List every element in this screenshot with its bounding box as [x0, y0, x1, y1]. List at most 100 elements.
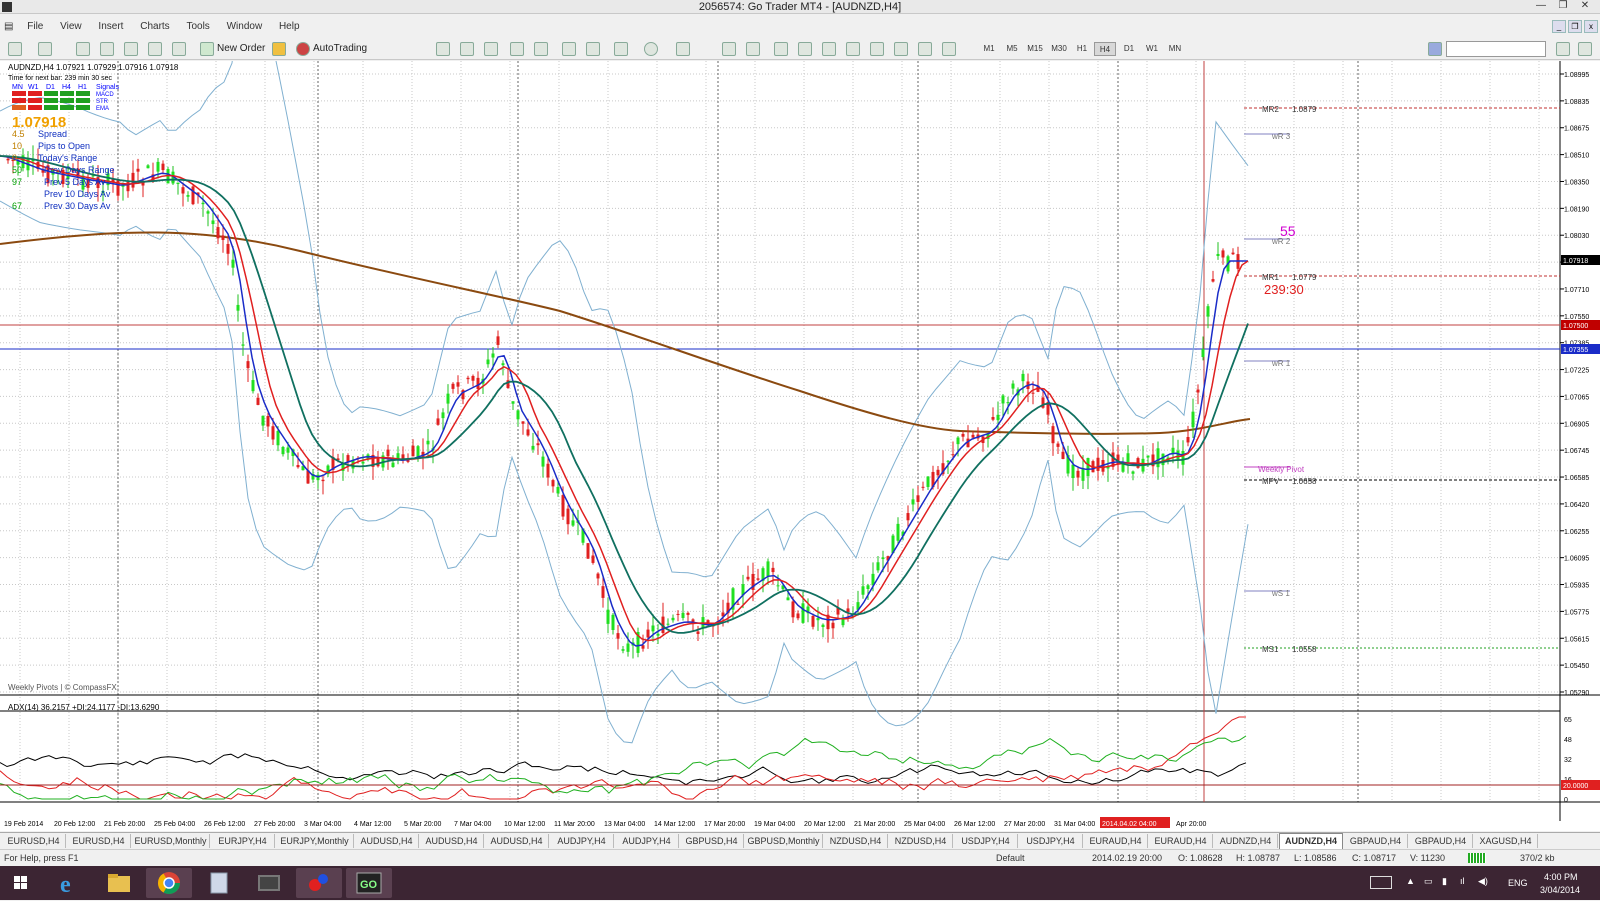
- chart-tab[interactable]: NZDUSD,H4: [889, 834, 953, 848]
- arrows-icon[interactable]: [942, 42, 956, 56]
- autotrading-icon[interactable]: [296, 42, 310, 56]
- text-tool-icon[interactable]: [894, 42, 908, 56]
- chart-tab[interactable]: AUDNZD,H4: [1279, 833, 1343, 849]
- chart-tab[interactable]: AUDNZD,H4: [1214, 834, 1278, 848]
- mdi-minimize-icon[interactable]: _: [1552, 20, 1566, 33]
- tray-network-icon[interactable]: ▭: [1424, 876, 1433, 887]
- film-app-icon[interactable]: [246, 868, 292, 898]
- chart-tab[interactable]: GBPAUD,H4: [1344, 834, 1408, 848]
- settings-gear-icon[interactable]: [1428, 42, 1442, 56]
- data-window-icon[interactable]: [100, 42, 114, 56]
- new-chart-icon[interactable]: [8, 42, 22, 56]
- go-trader-app-icon[interactable]: GO: [346, 868, 392, 898]
- search-icon[interactable]: [1556, 42, 1570, 56]
- file-explorer-icon[interactable]: [96, 868, 142, 898]
- media-app-icon[interactable]: [296, 868, 342, 898]
- zoom-out-icon[interactable]: [534, 42, 548, 56]
- timeframe-m1[interactable]: M1: [978, 42, 1000, 56]
- menu-view[interactable]: View: [53, 18, 89, 36]
- chart-tab[interactable]: GBPAUD,H4: [1409, 834, 1473, 848]
- new-order-button[interactable]: New Order: [217, 41, 265, 57]
- horizontal-line-icon[interactable]: [798, 42, 812, 56]
- internet-explorer-icon[interactable]: e: [46, 868, 92, 898]
- price-chart[interactable]: MR2 1.0879wR 3wR 2MR1 1.0779wR 1Weekly Piv…: [0, 61, 1600, 831]
- timeframe-h1[interactable]: H1: [1071, 42, 1093, 56]
- tray-volume-icon[interactable]: ◀): [1478, 876, 1488, 887]
- start-button-icon[interactable]: [6, 868, 36, 898]
- menu-insert[interactable]: Insert: [91, 18, 130, 36]
- mdi-restore-icon[interactable]: ❐: [1568, 20, 1582, 33]
- chart-tab[interactable]: EURJPY,H4: [211, 834, 275, 848]
- new-order-icon[interactable]: [200, 42, 214, 56]
- search-input[interactable]: [1446, 41, 1546, 57]
- chart-tab[interactable]: USDJPY,H4: [954, 834, 1018, 848]
- indicators-icon[interactable]: [614, 42, 628, 56]
- menu-doc-icon[interactable]: ▤: [0, 18, 17, 36]
- menu-tools[interactable]: Tools: [179, 18, 216, 36]
- chart-tab[interactable]: EURAUD,H4: [1084, 834, 1148, 848]
- timeframe-m5[interactable]: M5: [1001, 42, 1023, 56]
- candlesticks-icon[interactable]: [460, 42, 474, 56]
- terminal-icon[interactable]: [148, 42, 162, 56]
- chart-tab[interactable]: AUDUSD,H4: [420, 834, 484, 848]
- vertical-line-icon[interactable]: [774, 42, 788, 56]
- trendline-icon[interactable]: [822, 42, 836, 56]
- menu-help[interactable]: Help: [272, 18, 307, 36]
- fibonacci-icon[interactable]: [870, 42, 884, 56]
- chart-tab[interactable]: AUDJPY,H4: [550, 834, 614, 848]
- menu-window[interactable]: Window: [220, 18, 270, 36]
- crosshair-icon[interactable]: [746, 42, 760, 56]
- maximize-button[interactable]: ❐: [1552, 0, 1574, 14]
- tray-language[interactable]: ENG: [1508, 878, 1528, 888]
- line-chart-icon[interactable]: [484, 42, 498, 56]
- chart-tab[interactable]: AUDUSD,H4: [485, 834, 549, 848]
- autotrading-button[interactable]: AutoTrading: [313, 41, 367, 57]
- chart-tab[interactable]: EURUSD,H4: [2, 834, 66, 848]
- zoom-in-icon[interactable]: [510, 42, 524, 56]
- timeframe-mn[interactable]: MN: [1164, 42, 1186, 56]
- auto-scroll-icon[interactable]: [562, 42, 576, 56]
- chart-tab[interactable]: AUDJPY,H4: [615, 834, 679, 848]
- timeframe-m30[interactable]: M30: [1048, 42, 1070, 56]
- tray-time[interactable]: 4:00 PM: [1544, 872, 1578, 882]
- bar-chart-icon[interactable]: [436, 42, 450, 56]
- periods-icon[interactable]: [644, 42, 658, 56]
- chrome-icon[interactable]: [146, 868, 192, 898]
- text-label-icon[interactable]: [918, 42, 932, 56]
- navigator-icon[interactable]: [124, 42, 138, 56]
- chart-tab[interactable]: EURAUD,H4: [1149, 834, 1213, 848]
- timeframe-m15[interactable]: M15: [1024, 42, 1046, 56]
- cursor-icon[interactable]: [722, 42, 736, 56]
- chart-tab[interactable]: AUDUSD,H4: [355, 834, 419, 848]
- tray-up-arrow-icon[interactable]: ▲: [1406, 876, 1415, 886]
- chart-tab[interactable]: XAGUSD,H4: [1474, 834, 1538, 848]
- chart-tab[interactable]: EURUSD,Monthly: [132, 834, 210, 848]
- tray-flag-icon[interactable]: ▮: [1442, 876, 1447, 887]
- timeframe-d1[interactable]: D1: [1118, 42, 1140, 56]
- chart-tab[interactable]: NZDUSD,H4: [824, 834, 888, 848]
- chart-shift-icon[interactable]: [586, 42, 600, 56]
- templates-icon[interactable]: [676, 42, 690, 56]
- chart-tab[interactable]: GBPUSD,H4: [680, 834, 744, 848]
- tray-date[interactable]: 3/04/2014: [1540, 885, 1580, 895]
- help-icon[interactable]: [1578, 42, 1592, 56]
- chart-tab[interactable]: GBPUSD,Monthly: [745, 834, 823, 848]
- timeframe-h4[interactable]: H4: [1094, 42, 1116, 56]
- chart-tab[interactable]: EURJPY,Monthly: [276, 834, 354, 848]
- strategy-tester-icon[interactable]: [172, 42, 186, 56]
- market-watch-icon[interactable]: [76, 42, 90, 56]
- chart-tab[interactable]: EURUSD,H4: [67, 834, 131, 848]
- tray-signal-icon[interactable]: ıl: [1460, 876, 1465, 886]
- keyboard-icon[interactable]: [1370, 876, 1392, 889]
- mdi-close-icon[interactable]: x: [1584, 20, 1598, 33]
- menu-charts[interactable]: Charts: [133, 18, 176, 36]
- menu-file[interactable]: File: [20, 18, 50, 36]
- chart-tab[interactable]: USDJPY,H4: [1019, 834, 1083, 848]
- equidistant-channel-icon[interactable]: [846, 42, 860, 56]
- profiles-icon[interactable]: [38, 42, 52, 56]
- close-button[interactable]: ✕: [1574, 0, 1596, 14]
- minimize-button[interactable]: —: [1530, 0, 1552, 14]
- metaeditor-icon[interactable]: [272, 42, 286, 56]
- calculator-icon[interactable]: [196, 868, 242, 898]
- status-profile[interactable]: Default: [996, 850, 1025, 866]
